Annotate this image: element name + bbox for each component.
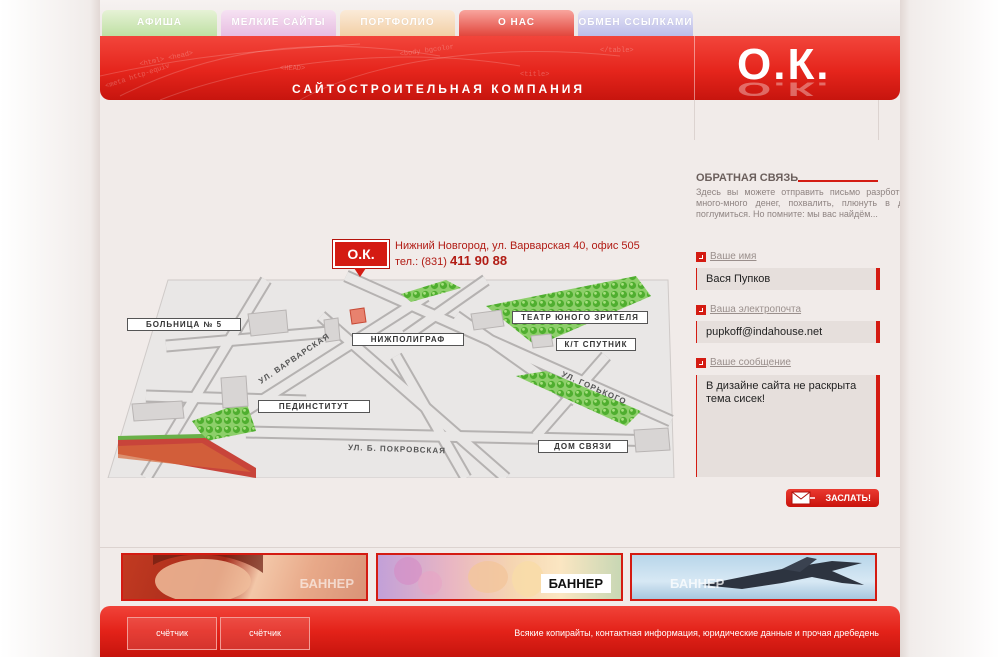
svg-text:<title>: <title>: [520, 71, 549, 79]
tagline: САЙТОСТРОИТЕЛЬНАЯ КОМПАНИЯ: [292, 82, 586, 96]
send-label: ЗАСЛАТЬ!: [825, 493, 871, 503]
nav-tabs: Афиша Мелкие сайты Портфолио О нас Обмен…: [100, 0, 900, 36]
office-pin-tip: [354, 268, 366, 277]
header-divider: [694, 36, 695, 100]
tab-about[interactable]: О нас: [459, 10, 574, 36]
feedback-title: ОБРАТНАЯ СВЯЗЬ: [696, 172, 799, 184]
site-footer: счётчик счётчик Всякие копирайты, контак…: [100, 606, 900, 657]
map-label-dom-svyazi: ДОМ СВЯЗИ: [538, 440, 628, 453]
office-pin[interactable]: О.К.: [333, 240, 389, 268]
phone-prefix: тел.: (831): [395, 256, 447, 268]
banners-divider: [100, 547, 900, 548]
email-label: Ваша электропочта: [710, 304, 802, 315]
banner-label: БАННЕР: [670, 576, 725, 591]
counter-2[interactable]: счётчик: [220, 617, 310, 650]
phone-number: 411 90 88: [450, 253, 508, 268]
banner-label: БАННЕР: [540, 574, 611, 593]
feedback-description: Здесь вы можете отправить письмо разрбот…: [696, 187, 900, 219]
page-shadow-left: [0, 0, 100, 657]
footer-copyright: Всякие копирайты, контактная информация,…: [514, 628, 879, 638]
svg-text:</table>: </table>: [600, 47, 634, 55]
arrow-marker-icon: [696, 358, 706, 368]
banner-1[interactable]: БАННЕР: [121, 553, 368, 601]
name-field[interactable]: [696, 268, 880, 290]
building: [470, 309, 505, 331]
tab-afisha[interactable]: Афиша: [102, 10, 217, 36]
office-phone: тел.: (831) 411 90 88: [395, 253, 507, 268]
tab-portfolio[interactable]: Портфолио: [340, 10, 455, 36]
tab-small-sites[interactable]: Мелкие сайты: [221, 10, 336, 36]
logo-reflection: О.К.: [737, 77, 831, 100]
map-label-hospital: БОЛЬНИЦА № 5: [127, 318, 241, 331]
message-field[interactable]: В дизайне сайта не раскрыта тема сисек!: [696, 375, 880, 477]
map-label-cinema: К/Т СПУТНИК: [556, 338, 636, 351]
arrow-marker-icon: [696, 305, 706, 315]
counter-1[interactable]: счётчик: [127, 617, 217, 650]
building: [131, 400, 185, 422]
building: [530, 333, 554, 349]
svg-text:<HEAD>: <HEAD>: [280, 65, 305, 73]
svg-text:<body bgcolor: <body bgcolor: [399, 43, 454, 59]
page: Афиша Мелкие сайты Портфолио О нас Обмен…: [100, 0, 900, 657]
banner-label: БАННЕР: [299, 576, 354, 591]
header-guide-line: [878, 100, 879, 140]
office-address: Нижний Новгород, ул. Варварская 40, офис…: [395, 240, 640, 252]
building: [220, 375, 249, 409]
banner-2[interactable]: БАННЕР: [376, 553, 623, 601]
tab-link-exchange[interactable]: Обмен ссылками: [578, 10, 693, 36]
banner-3[interactable]: БАННЕР: [630, 553, 877, 601]
email-field[interactable]: [696, 321, 880, 343]
name-label: Ваше имя: [710, 251, 757, 262]
map-label-nizhpoligraf: НИЖПОЛИГРАФ: [352, 333, 464, 346]
svg-text:<meta http-equiv: <meta http-equiv: [104, 62, 170, 90]
map-label-theatre: ТЕАТР ЮНОГО ЗРИТЕЛЯ: [512, 311, 648, 324]
office-building-marker: [349, 307, 367, 325]
building: [247, 309, 289, 337]
building: [633, 427, 671, 453]
message-label: Ваше сообщение: [710, 357, 791, 368]
map-label-pedinstitut: ПЕДИНСТИТУТ: [258, 400, 370, 413]
envelope-icon: [791, 491, 815, 505]
send-button[interactable]: ЗАСЛАТЬ!: [786, 489, 879, 507]
banner-image-jet: [702, 557, 864, 589]
header-guide-line: [694, 100, 695, 140]
arrow-marker-icon: [696, 252, 706, 262]
page-shadow-right: [900, 0, 1000, 657]
feedback-title-underline: [798, 180, 878, 182]
